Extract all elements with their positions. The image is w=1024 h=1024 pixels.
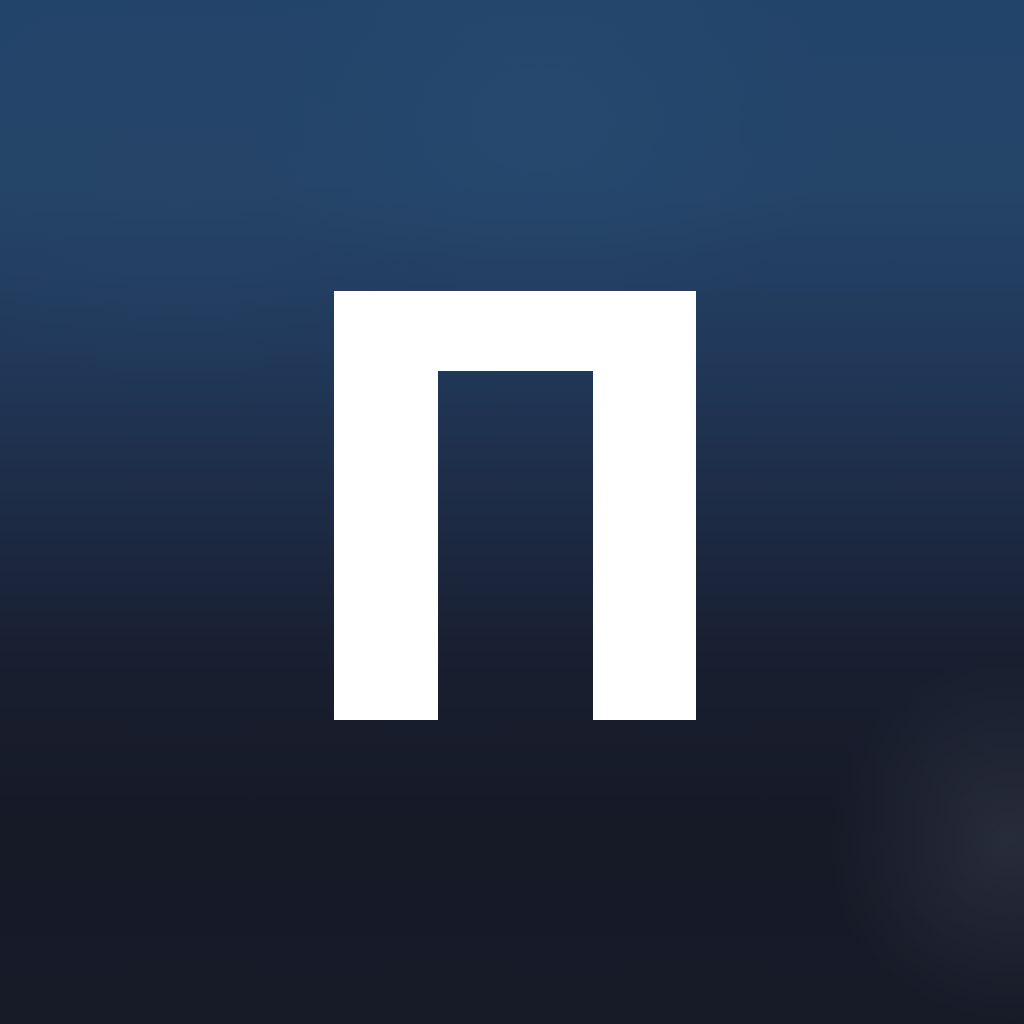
pi-glyph-icon: [334, 291, 696, 720]
pi-glyph-shape: [334, 291, 696, 720]
app-icon: [0, 0, 1024, 1024]
